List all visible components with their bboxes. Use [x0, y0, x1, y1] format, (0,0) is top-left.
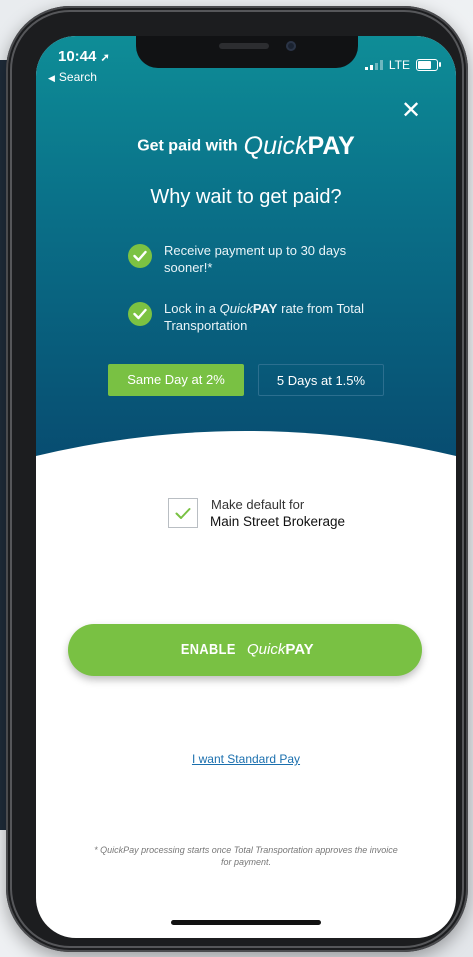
notch [136, 36, 358, 68]
back-to-search[interactable]: ◀ Search [48, 70, 97, 84]
footnote: * QuickPay processing starts once Total … [94, 845, 398, 867]
battery-icon [416, 59, 441, 71]
benefit-text: Lock in a QuickPAY rate from Total Trans… [164, 301, 364, 333]
speaker-grille [219, 43, 269, 49]
benefit-item: Lock in a QuickPAY rate from Total Trans… [128, 300, 388, 334]
status-time: 10:44 ➚ [58, 48, 110, 65]
check-circle-icon [128, 302, 152, 326]
brand-quick: Quick [243, 132, 308, 160]
home-indicator[interactable] [171, 920, 321, 925]
default-checkbox[interactable] [168, 498, 198, 528]
brand-lead: Get paid with [137, 137, 238, 155]
benefit-text: Receive payment up to 30 days sooner!* [164, 243, 347, 275]
brand-title: Get paid with QuickPAY [36, 132, 456, 161]
brand-pay: PAY [307, 132, 355, 160]
default-label: Make default for Main Street Brokerage [210, 497, 346, 529]
camera-icon [286, 41, 296, 51]
headline: Why wait to get paid? [150, 186, 342, 208]
check-icon [175, 507, 191, 519]
standard-pay-link[interactable]: I want Standard Pay [36, 752, 456, 766]
option-same-day[interactable]: Same Day at 2% [108, 364, 244, 396]
check-circle-icon [128, 244, 152, 268]
back-arrow-icon: ◀ [48, 73, 55, 83]
location-arrow-icon: ➚ [100, 52, 110, 64]
phone-screen: 10:44 ➚ ◀ Search LTE ✕ Get paid with Quick… [36, 36, 456, 938]
close-icon[interactable]: ✕ [396, 96, 426, 126]
option-5-days[interactable]: 5 Days at 1.5% [258, 364, 384, 396]
benefit-item: Receive payment up to 30 days sooner!* [128, 242, 388, 276]
hero-curve [36, 431, 456, 486]
enable-quickpay-button[interactable]: ENABLE QuickPAY [68, 624, 422, 676]
signal-icon [364, 60, 383, 70]
default-row: Make default for Main Street Brokerage [168, 496, 345, 530]
status-indicators: LTE [364, 58, 441, 72]
network-label: LTE [388, 58, 410, 72]
phone-frame: 10:44 ➚ ◀ Search LTE ✕ Get paid with Quick… [6, 6, 468, 952]
